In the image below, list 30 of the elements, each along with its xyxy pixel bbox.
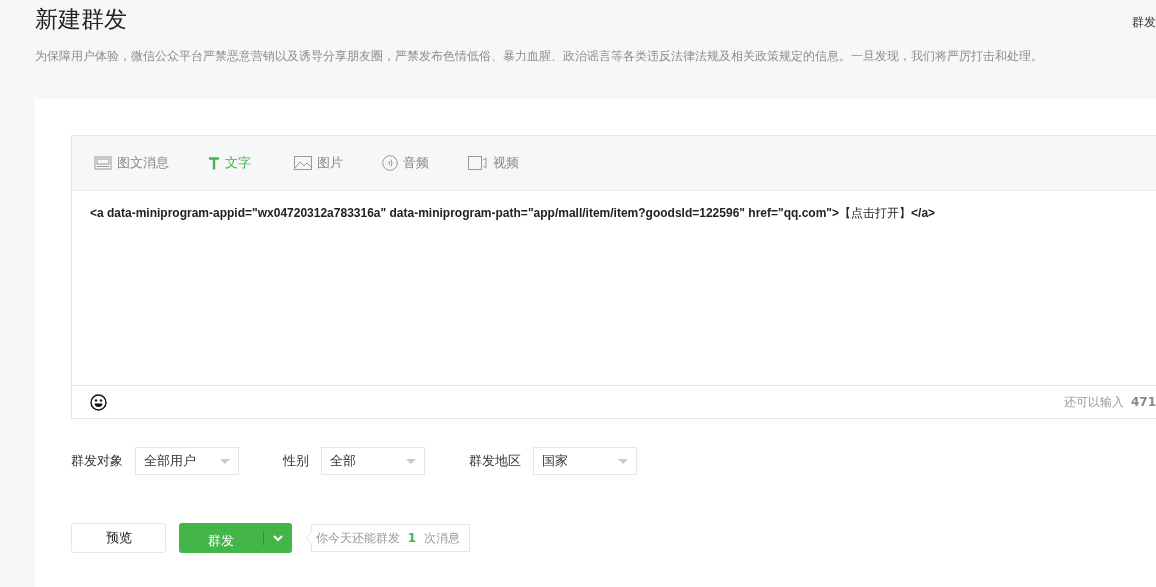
message-type-tab[interactable]: 音频	[382, 154, 468, 172]
caret-icon	[273, 534, 283, 542]
filter-dropdown[interactable]: 国家	[533, 447, 637, 475]
text-icon	[208, 156, 220, 170]
message-text: <a data-miniprogram-appid="wx04720312a783316a" data-miniprogram-path="app/mall/item/item?goodsId=122596" href="qq.com">【点击打开】</a>	[90, 206, 936, 220]
video-icon	[468, 156, 488, 170]
notice-text: 为保障用户体验，微信公众平台严禁恶意营销以及诱导分享朋友圈，严禁发布色情低俗、暴力血腥、政治谣言等各类违反法律法规及相关政策规定的信息。一旦发现，我们将严厉打击和处理。	[35, 49, 1044, 64]
dropdown-arrow-icon	[220, 458, 230, 464]
emoji-icon[interactable]	[90, 393, 107, 411]
tip-pointer-icon	[305, 524, 312, 552]
filter-dropdown[interactable]: 全部用户	[135, 447, 239, 475]
filter-label: 性别	[283, 452, 309, 470]
preview-button[interactable]: 预览	[71, 523, 166, 553]
corner-link[interactable]: 群发	[1132, 14, 1156, 31]
image-icon	[294, 156, 312, 170]
send-button[interactable]: 群发	[179, 531, 264, 545]
filter-label: 群发对象	[71, 452, 123, 470]
filter-label: 群发地区	[469, 452, 521, 470]
dropdown-arrow-icon	[618, 458, 628, 464]
message-type-tab[interactable]: 文字	[208, 154, 294, 172]
quota-tip: 你今天还能群发 1 次消息	[312, 524, 470, 552]
filter-dropdown[interactable]: 全部	[321, 447, 425, 475]
message-type-tab[interactable]: 视频	[468, 154, 548, 172]
message-type-tab[interactable]: 图片	[294, 154, 382, 172]
message-type-tab[interactable]: 图文消息	[94, 154, 208, 172]
audio-icon	[382, 155, 398, 171]
character-counter: 还可以输入 471	[1064, 393, 1156, 411]
news-icon	[94, 156, 112, 170]
page-title: 新建群发	[35, 5, 127, 34]
dropdown-arrow-icon	[406, 458, 416, 464]
